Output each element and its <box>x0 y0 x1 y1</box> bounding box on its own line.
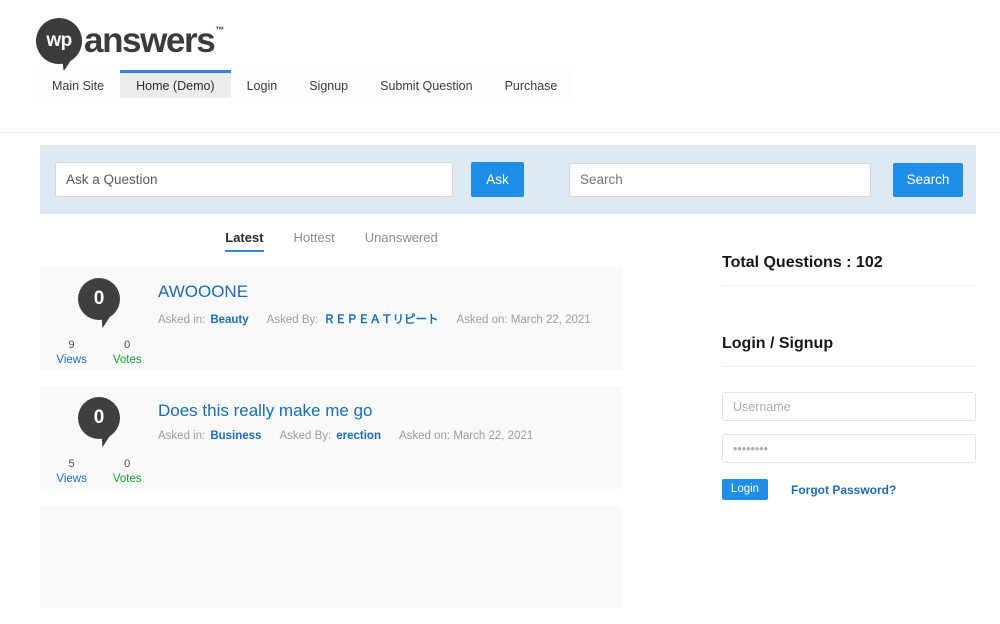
question-body: AWOOONE Asked in: Beauty Asked By: ＲＥＰＥＡ… <box>158 267 623 327</box>
username-input[interactable] <box>722 392 976 421</box>
search-input[interactable] <box>569 162 871 197</box>
filter-tab-latest[interactable]: Latest <box>225 230 264 252</box>
asked-by-label: Asked By: <box>266 314 319 327</box>
question-stats: 0 5 Views 0 Votes <box>40 386 158 487</box>
trademark-symbol: ™ <box>215 25 225 35</box>
votes-count: 0 <box>124 458 131 470</box>
votes-label[interactable]: Votes <box>113 472 142 488</box>
answer-count-bubble-icon: 0 <box>78 397 120 439</box>
forgot-password-link[interactable]: Forgot Password? <box>791 483 896 497</box>
question-title-link[interactable]: Does this really make me go <box>158 400 623 421</box>
answer-count: 0 <box>93 406 105 428</box>
asked-in-label: Asked in: <box>158 314 206 327</box>
answer-count: 0 <box>93 287 105 309</box>
nav-tab-label: Signup <box>309 78 349 93</box>
nav-tab-label: Login <box>246 78 278 93</box>
nav-tab-main-site[interactable]: Main Site <box>36 70 121 98</box>
question-meta: Asked in: Business Asked By: erection As… <box>158 430 623 442</box>
asked-by-label: Asked By: <box>279 430 332 443</box>
views-label[interactable]: Views <box>56 472 86 488</box>
votes-stat: 0 Votes <box>113 338 142 368</box>
votes-label[interactable]: Votes <box>113 353 142 369</box>
question-body: Does this really make me go Asked in: Bu… <box>158 386 623 442</box>
views-count: 5 <box>68 458 75 470</box>
ask-button[interactable]: Ask <box>471 162 524 197</box>
nav-tab-home-demo[interactable]: Home (Demo) <box>120 70 231 98</box>
question-meta: Asked in: Beauty Asked By: ＲＥＰＥＡＴリピート As… <box>158 311 623 327</box>
filter-tab-unanswered[interactable]: Unanswered <box>365 230 438 252</box>
asked-in-label: Asked in: <box>158 430 206 443</box>
sidebar: Total Questions : 102 Login / Signup Log… <box>722 254 976 527</box>
question-author-link[interactable]: erection <box>336 430 381 442</box>
total-questions-block: Total Questions : 102 <box>722 254 976 286</box>
nav-tab-label: Main Site <box>52 78 105 93</box>
total-questions-heading: Total Questions : 102 <box>722 254 976 286</box>
question-filter-tabs: Latest Hottest Unanswered <box>40 230 623 252</box>
logo-bubble-text: wp <box>46 29 72 51</box>
question-list: 0 9 Views 0 Votes AWOOONE Asked in: Beau… <box>40 267 623 608</box>
nav-tab-label: Purchase <box>504 78 558 93</box>
site-header: wp answers ™ Main Site Home (Demo) Login… <box>0 0 1000 133</box>
question-title-link[interactable]: AWOOONE <box>158 281 623 302</box>
questions-column: Latest Hottest Unanswered 0 9 Views 0 Vo… <box>40 222 623 624</box>
login-signup-heading: Login / Signup <box>722 335 976 367</box>
question-category-link[interactable]: Business <box>210 430 261 442</box>
logo-wordmark: answers <box>84 21 216 60</box>
nav-tab-purchase[interactable]: Purchase <box>488 70 574 98</box>
views-stat: 9 Views <box>56 338 86 368</box>
votes-count: 0 <box>124 339 131 351</box>
filter-tab-label: Hottest <box>293 230 335 245</box>
views-stat: 5 Views <box>56 457 86 487</box>
question-card[interactable] <box>40 505 623 608</box>
question-category-link[interactable]: Beauty <box>210 314 248 326</box>
question-asked-on: Asked on: March 22, 2021 <box>456 314 591 327</box>
password-input[interactable] <box>722 434 976 463</box>
nav-tab-label: Home (Demo) <box>136 78 215 93</box>
filter-tab-hottest[interactable]: Hottest <box>294 230 335 252</box>
filter-tab-label: Unanswered <box>364 230 438 245</box>
stat-row: 5 Views 0 Votes <box>56 457 141 487</box>
nav-tab-submit-question[interactable]: Submit Question <box>364 70 489 98</box>
login-button[interactable]: Login <box>722 479 768 500</box>
views-count: 9 <box>68 339 75 351</box>
question-card[interactable]: 0 5 Views 0 Votes Does this really make … <box>40 386 623 489</box>
question-stats: 0 9 Views 0 Votes <box>40 267 158 368</box>
question-card[interactable]: 0 9 Views 0 Votes AWOOONE Asked in: Beau… <box>40 267 623 370</box>
primary-nav: Main Site Home (Demo) Login Signup Submi… <box>36 70 574 98</box>
question-author-link[interactable]: ＲＥＰＥＡＴリピート <box>323 311 438 327</box>
nav-tab-signup[interactable]: Signup <box>293 70 365 98</box>
login-actions: Login Forgot Password? <box>722 479 976 500</box>
logo-speech-bubble-icon: wp <box>36 18 82 64</box>
site-logo[interactable]: wp answers ™ <box>36 18 224 64</box>
ask-search-bar: Ask Search <box>40 145 976 214</box>
views-label[interactable]: Views <box>56 353 86 369</box>
question-asked-on: Asked on: March 22, 2021 <box>398 430 534 443</box>
search-button[interactable]: Search <box>893 162 963 197</box>
filter-tab-label: Latest <box>225 230 264 245</box>
nav-tab-login[interactable]: Login <box>230 70 294 98</box>
nav-tab-label: Submit Question <box>380 78 473 93</box>
answer-count-bubble-icon: 0 <box>78 278 120 320</box>
ask-question-input[interactable] <box>55 162 453 197</box>
login-signup-block: Login / Signup Login Forgot Password? <box>722 313 976 500</box>
votes-stat: 0 Votes <box>113 457 142 487</box>
stat-row: 9 Views 0 Votes <box>56 338 141 368</box>
login-form: Login Forgot Password? <box>722 392 976 500</box>
